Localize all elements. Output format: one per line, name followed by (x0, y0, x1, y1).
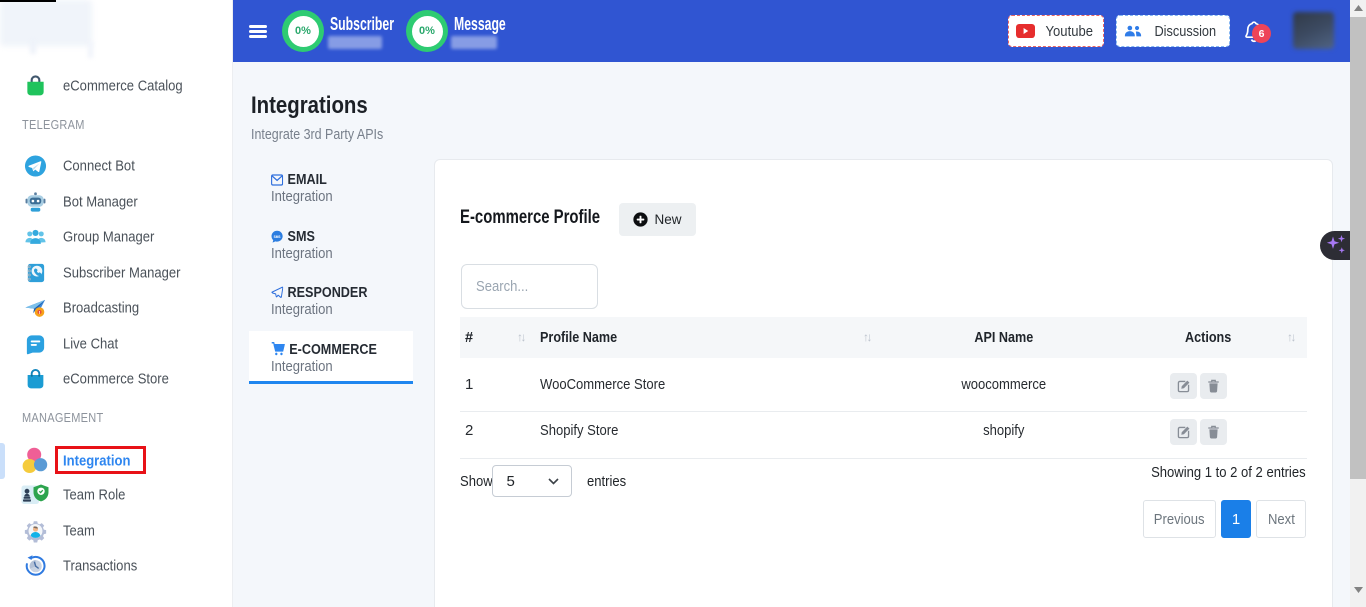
svg-text:SMS: SMS (274, 234, 282, 238)
